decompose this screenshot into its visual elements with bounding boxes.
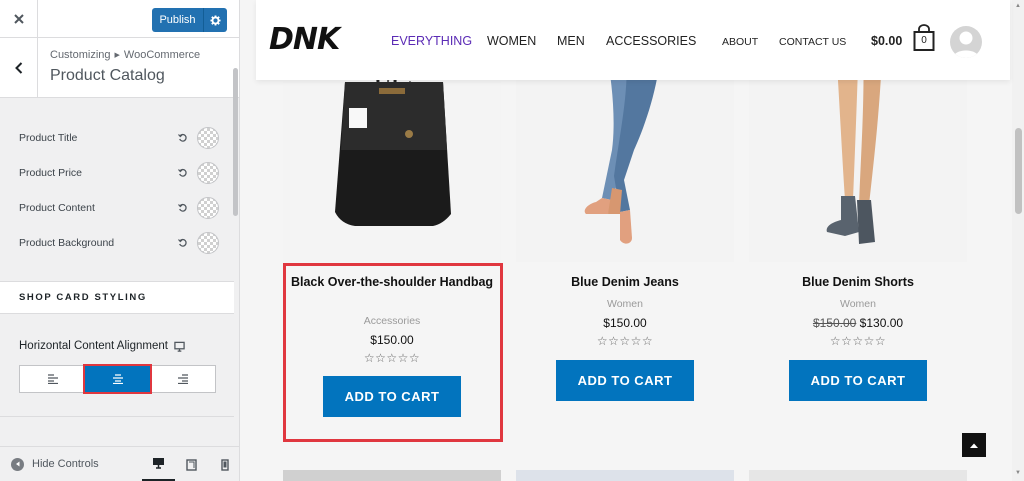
reset-icon[interactable] [176,201,190,215]
customizer-panel: Publish Customizing ▶ WooCommerce Product … [0,0,240,481]
hide-controls-label[interactable]: Hide Controls [32,458,99,470]
control-label: Product Price [19,167,83,179]
star-rating: ☆☆☆☆☆ [596,334,654,348]
monitor-icon [174,341,185,352]
section-title: Product Catalog [50,67,165,84]
product-category[interactable]: Women [749,298,967,310]
product-title[interactable]: Blue Denim Shorts [749,274,967,291]
panel-scrollbar[interactable] [233,68,238,216]
product-price: $150.00 [516,316,734,330]
breadcrumb-section: WooCommerce [123,49,201,61]
back-button[interactable] [0,38,38,98]
product-price-current: $150.00 [603,316,647,330]
align-right-icon [177,374,188,384]
alignment-label-row: Horizontal Content Alignment [19,340,185,352]
chevron-left-icon [14,62,22,74]
align-left-button[interactable] [20,366,85,392]
scroll-up-icon[interactable]: ▲ [1015,3,1021,9]
product-category[interactable]: Accessories [283,315,501,327]
star-rating: ☆☆☆☆☆ [363,351,421,365]
control-product-title: Product Title [19,126,219,150]
cart-total[interactable]: $0.00 [871,34,902,48]
nav-women[interactable]: WOMEN [487,34,536,48]
publish-label[interactable]: Publish [152,8,203,32]
product-image-next-row[interactable] [516,470,734,481]
product-price: $150.00 $130.00 [749,316,967,330]
align-center-button[interactable] [83,364,152,394]
nav-accessories[interactable]: ACCESSORIES [606,34,696,48]
nav-everything[interactable]: EVERYTHING [391,34,472,48]
add-to-cart-button[interactable]: ADD TO CART [323,376,461,417]
product-price-old: $150.00 [812,316,857,330]
breadcrumb-root: Customizing [50,49,111,61]
device-switcher [142,447,241,481]
tablet-icon [186,458,197,471]
color-swatch[interactable] [197,127,219,149]
product-price-current: $130.00 [859,316,904,330]
control-product-background: Product Background [19,231,219,255]
avatar[interactable] [950,26,982,58]
scroll-to-top-button[interactable] [962,433,986,457]
publish-button[interactable]: Publish [152,8,227,32]
shop-card-heading: SHOP CARD STYLING [0,281,234,314]
nav-men[interactable]: MEN [557,34,585,48]
alignment-label: Horizontal Content Alignment [19,340,168,352]
control-label: Product Title [19,132,78,144]
product-image-next-row[interactable] [749,470,967,481]
desktop-preview-button[interactable] [142,447,175,481]
scroll-down-icon[interactable]: ▼ [1015,470,1021,476]
mobile-preview-button[interactable] [208,447,241,481]
product-title[interactable]: Black Over-the-shoulder Handbag [283,274,501,291]
customizer-footer: Hide Controls [0,446,239,481]
cart-bag-icon[interactable]: 0 [913,24,935,52]
nav-about[interactable]: ABOUT [722,36,758,48]
breadcrumb: Customizing ▶ WooCommerce Product Catalog [0,38,239,98]
breadcrumb-path: Customizing ▶ WooCommerce [50,49,200,61]
triangle-right-icon: ▶ [114,52,120,59]
chevron-up-icon [970,443,978,448]
mobile-icon [220,458,229,471]
product-image-next-row[interactable] [283,470,501,481]
gear-icon[interactable] [203,8,227,32]
product-price-current: $150.00 [370,333,414,347]
control-label: Product Content [19,202,95,214]
product-category[interactable]: Women [516,298,734,310]
desktop-icon [153,458,164,469]
color-swatch[interactable] [197,197,219,219]
color-swatch[interactable] [197,232,219,254]
align-left-icon [47,374,58,384]
tablet-preview-button[interactable] [175,447,208,481]
cart-count: 0 [921,35,927,46]
nav-contact[interactable]: CONTACT US [779,36,846,48]
reset-icon[interactable] [176,236,190,250]
site-preview: DNK EVERYTHING WOMEN MEN ACCESSORIES ABO… [240,0,1024,481]
collapse-icon [11,457,24,471]
product-price: $150.00 [283,333,501,347]
preview-scroll-thumb[interactable] [1015,128,1022,214]
divider [0,416,234,417]
star-rating: ☆☆☆☆☆ [829,334,887,348]
control-product-price: Product Price [19,161,219,185]
preview-scrollbar[interactable]: ▲ ▼ [1012,0,1024,481]
align-center-icon [112,374,123,384]
add-to-cart-button[interactable]: ADD TO CART [789,360,927,401]
align-right-button[interactable] [150,366,215,392]
color-swatch[interactable] [197,162,219,184]
site-logo[interactable]: DNK [269,22,340,57]
add-to-cart-button[interactable]: ADD TO CART [556,360,694,401]
control-label: Product Background [19,237,115,249]
alignment-button-group [19,364,216,394]
close-icon[interactable] [0,0,38,38]
product-title[interactable]: Blue Denim Jeans [516,274,734,291]
reset-icon[interactable] [176,131,190,145]
hide-controls-button[interactable]: Hide Controls [11,457,99,471]
reset-icon[interactable] [176,166,190,180]
site-header: DNK EVERYTHING WOMEN MEN ACCESSORIES ABO… [256,0,1010,80]
control-product-content: Product Content [19,196,219,220]
customizer-topbar: Publish [0,0,239,38]
